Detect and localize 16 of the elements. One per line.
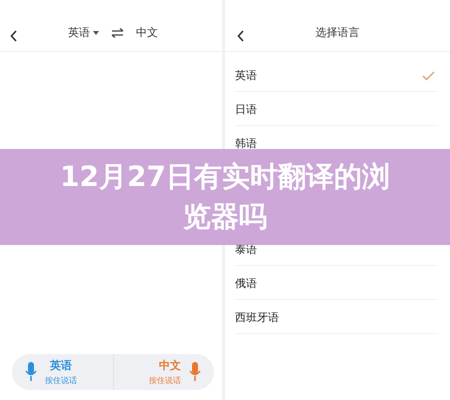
language-option[interactable]: 泰语 xyxy=(235,242,257,257)
source-language-dropdown[interactable]: 英语 xyxy=(68,25,99,40)
language-option[interactable]: 日语 xyxy=(235,102,257,117)
microphone-icon xyxy=(25,362,37,382)
microphone-icon xyxy=(189,362,201,382)
language-option[interactable]: 韩语 xyxy=(235,136,257,151)
screen-title: 选择语言 xyxy=(316,25,360,40)
language-option[interactable]: 英语 xyxy=(235,68,257,83)
language-option[interactable]: 俄语 xyxy=(235,276,257,291)
banner-title: 12月27日有实时翻译的浏览器吗 xyxy=(59,159,391,235)
back-icon[interactable] xyxy=(237,30,245,42)
swap-icon[interactable] xyxy=(111,28,124,38)
target-language-button[interactable]: 中文 xyxy=(136,25,158,40)
caret-icon xyxy=(93,30,99,34)
language-option[interactable]: 西班牙语 xyxy=(235,310,279,325)
back-icon[interactable] xyxy=(10,30,18,42)
